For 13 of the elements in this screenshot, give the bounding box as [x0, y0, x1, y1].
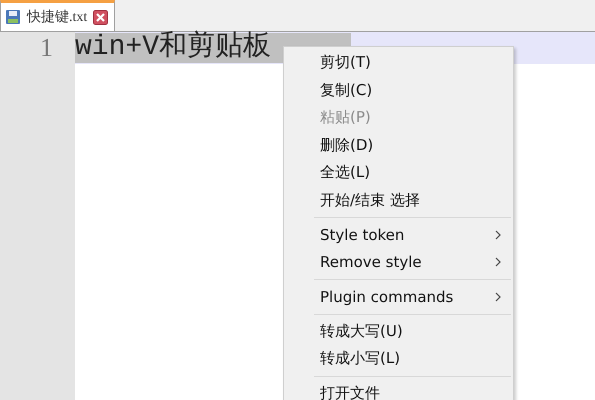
menu-item[interactable]: Style token: [284, 221, 513, 248]
menu-item[interactable]: 全选(L): [284, 159, 513, 186]
menu-item[interactable]: 打开文件: [284, 380, 513, 400]
menu-item[interactable]: Plugin commands: [284, 283, 513, 310]
menu-item[interactable]: 开始/结束 选择: [284, 186, 513, 214]
menu-item[interactable]: 转成小写(L): [284, 345, 513, 372]
menu-item[interactable]: 复制(C): [284, 76, 513, 104]
close-icon[interactable]: [93, 10, 108, 24]
menu-item[interactable]: 转成大写(U): [284, 318, 513, 345]
menu-item[interactable]: Remove style: [284, 248, 513, 276]
menu-item[interactable]: 删除(D): [284, 132, 513, 159]
file-tab[interactable]: 快捷键.txt: [0, 0, 116, 31]
line-number: 1: [0, 32, 75, 64]
